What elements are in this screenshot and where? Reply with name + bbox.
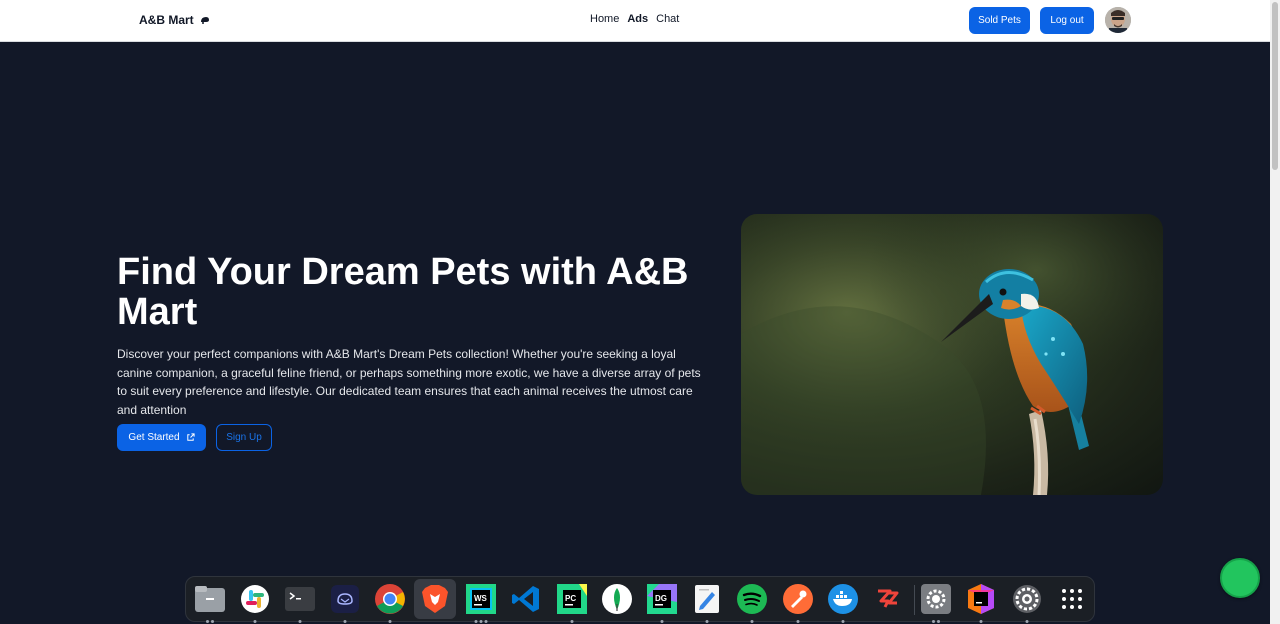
brave-icon bbox=[422, 585, 448, 613]
navbar: A&B Mart Home Ads Chat Sold Pets Log out bbox=[0, 0, 1270, 42]
mailspring-app[interactable] bbox=[329, 583, 361, 623]
text-editor-icon bbox=[695, 585, 719, 613]
show-apps-button[interactable] bbox=[1056, 583, 1088, 615]
user-avatar-image bbox=[1105, 7, 1131, 33]
terminal-app[interactable] bbox=[284, 583, 316, 623]
page-scrollbar[interactable] bbox=[1270, 0, 1280, 624]
postman-app[interactable] bbox=[782, 583, 814, 623]
get-started-button[interactable]: Get Started bbox=[117, 424, 206, 451]
webstorm-icon: WS bbox=[466, 584, 496, 614]
svg-text:PC: PC bbox=[565, 594, 576, 603]
brave-app[interactable] bbox=[414, 579, 456, 619]
docker-icon bbox=[828, 584, 858, 614]
system-settings-app[interactable] bbox=[1011, 583, 1043, 623]
datagrip-app[interactable]: DG bbox=[646, 583, 678, 623]
docker-app[interactable] bbox=[827, 583, 859, 623]
spotify-icon bbox=[737, 584, 767, 614]
svg-text:DG: DG bbox=[655, 594, 667, 603]
anydesk-app[interactable] bbox=[872, 583, 904, 615]
jetbrains-toolbox-app[interactable] bbox=[965, 583, 997, 623]
jetbrains-toolbox-icon bbox=[968, 584, 994, 614]
brand[interactable]: A&B Mart bbox=[139, 13, 210, 27]
files-app[interactable] bbox=[194, 583, 226, 623]
nav-link-chat[interactable]: Chat bbox=[656, 13, 679, 25]
webstorm-app[interactable]: WS bbox=[465, 583, 497, 623]
floating-chat-button[interactable] bbox=[1220, 558, 1260, 598]
kingfisher-illustration bbox=[741, 214, 1163, 495]
settings-icon bbox=[921, 584, 951, 614]
chrome-icon bbox=[375, 584, 405, 614]
vscode-app[interactable] bbox=[510, 583, 542, 615]
taskbar-dock: WS PC DG bbox=[185, 576, 1095, 623]
chrome-app[interactable] bbox=[374, 583, 406, 623]
files-icon bbox=[195, 586, 225, 612]
dock-separator bbox=[914, 585, 915, 615]
slack-icon bbox=[241, 585, 269, 613]
pycharm-icon: PC bbox=[557, 584, 587, 614]
hero-title: Find Your Dream Pets with A&B Mart bbox=[117, 251, 689, 333]
svg-text:WS: WS bbox=[474, 594, 488, 603]
brand-name: A&B Mart bbox=[139, 13, 194, 27]
external-link-icon bbox=[186, 433, 195, 441]
avatar[interactable] bbox=[1105, 7, 1131, 33]
spotify-app[interactable] bbox=[736, 583, 768, 623]
sign-up-button[interactable]: Sign Up bbox=[216, 424, 272, 451]
hero-bird-image bbox=[741, 214, 1163, 495]
scrollbar-thumb[interactable] bbox=[1272, 2, 1278, 170]
mongodb-compass-icon bbox=[602, 584, 632, 614]
postman-icon bbox=[783, 584, 813, 614]
system-settings-icon bbox=[1013, 585, 1041, 613]
datagrip-icon: DG bbox=[647, 584, 677, 614]
sign-up-label: Sign Up bbox=[226, 432, 262, 443]
pycharm-app[interactable]: PC bbox=[556, 583, 588, 623]
nav-links: Home Ads Chat bbox=[590, 13, 679, 25]
get-started-label: Get Started bbox=[128, 432, 180, 443]
nav-link-ads[interactable]: Ads bbox=[627, 13, 648, 25]
vscode-icon bbox=[512, 586, 539, 612]
settings-app[interactable] bbox=[920, 583, 952, 623]
slack-app[interactable] bbox=[239, 583, 271, 623]
anydesk-icon bbox=[878, 589, 899, 608]
terminal-icon bbox=[285, 587, 315, 611]
mongodb-compass-app[interactable] bbox=[601, 583, 633, 615]
mailspring-icon bbox=[331, 585, 359, 613]
app-grid-icon bbox=[1062, 589, 1082, 609]
nav-link-home[interactable]: Home bbox=[590, 13, 619, 25]
pet-logo-icon bbox=[200, 17, 209, 24]
sold-pets-button[interactable]: Sold Pets bbox=[969, 7, 1030, 34]
hero-description: Discover your perfect companions with A&… bbox=[117, 347, 701, 417]
text-editor-app[interactable] bbox=[691, 583, 723, 623]
logout-button[interactable]: Log out bbox=[1040, 7, 1094, 34]
